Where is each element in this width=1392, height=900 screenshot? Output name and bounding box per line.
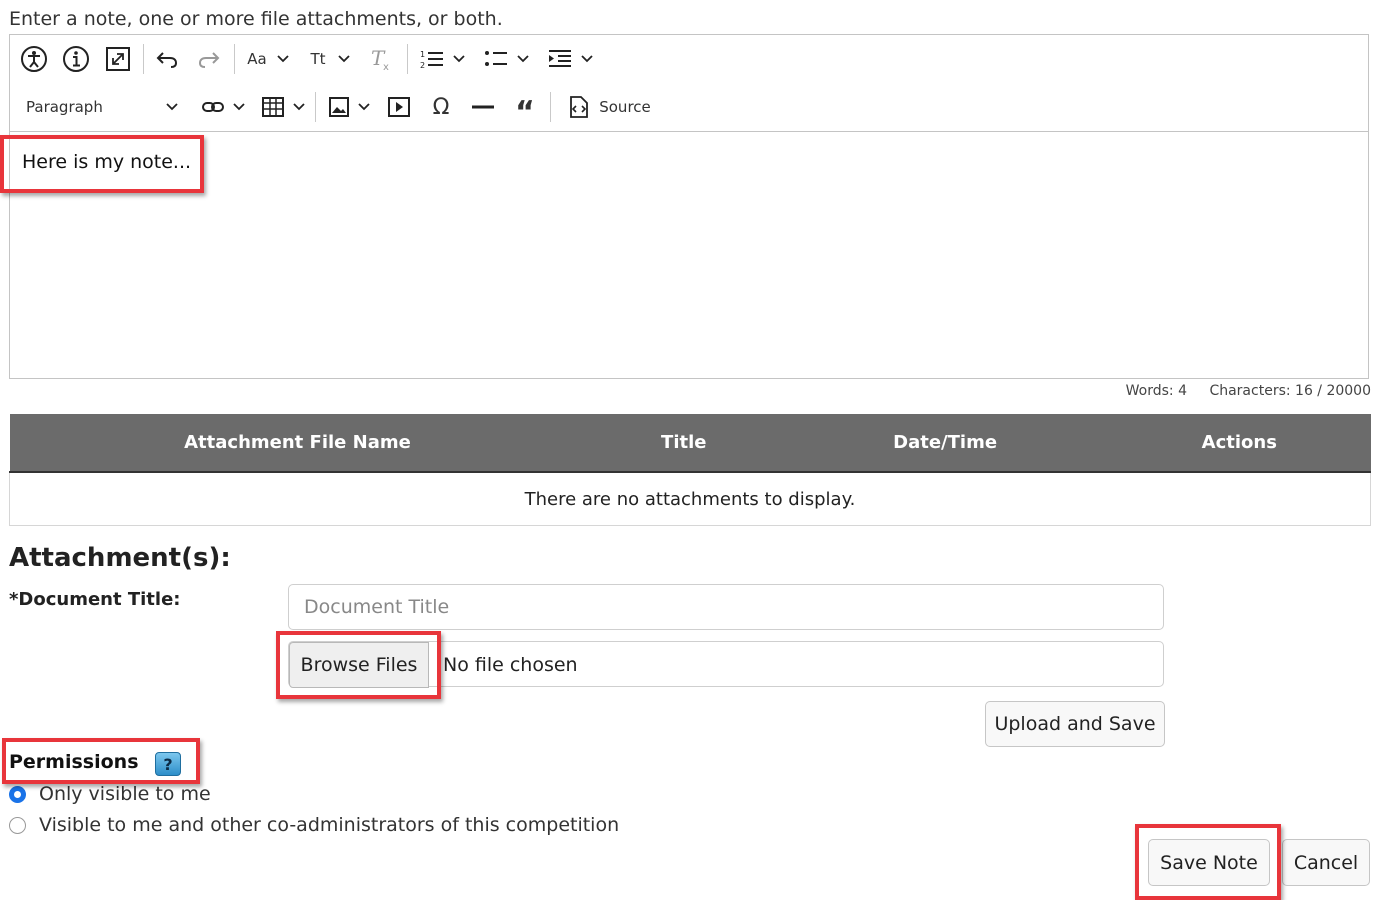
attachments-table: Attachment File Name Title Date/Time Act… bbox=[9, 414, 1371, 526]
chevron-down-icon bbox=[517, 55, 529, 63]
words-count: Words: 4 bbox=[1125, 383, 1187, 399]
document-title-label: *Document Title: bbox=[9, 589, 181, 610]
chevron-down-icon bbox=[358, 103, 370, 111]
chevron-down-icon bbox=[277, 55, 289, 63]
characters-count: Characters: 16 / 20000 bbox=[1209, 383, 1371, 399]
editor-instructions: Enter a note, one or more file attachmen… bbox=[9, 8, 503, 30]
numbered-list-icon: 12 bbox=[420, 50, 443, 70]
chevron-down-icon bbox=[293, 103, 305, 111]
fullscreen-icon[interactable] bbox=[102, 43, 134, 75]
special-characters-icon[interactable]: Ω bbox=[426, 91, 456, 123]
permission-option-private[interactable]: Only visible to me bbox=[9, 783, 211, 805]
media-embed-icon[interactable] bbox=[384, 91, 414, 123]
upload-and-save-button[interactable]: Upload and Save bbox=[985, 701, 1165, 747]
info-icon[interactable] bbox=[60, 43, 92, 75]
attachments-heading: Attachment(s): bbox=[9, 543, 231, 573]
chevron-down-icon bbox=[581, 55, 593, 63]
browse-files-button[interactable]: Browse Files bbox=[289, 642, 429, 688]
column-header-date-time: Date/Time bbox=[782, 414, 1109, 473]
font-family-dropdown[interactable]: Aa bbox=[242, 43, 294, 75]
chevron-down-icon bbox=[233, 103, 245, 111]
help-icon[interactable]: ? bbox=[155, 752, 181, 776]
heading-select-value: Paragraph bbox=[26, 98, 103, 116]
indent-icon bbox=[549, 50, 571, 67]
undo-icon[interactable] bbox=[151, 43, 183, 75]
save-note-button[interactable]: Save Note bbox=[1148, 839, 1270, 886]
svg-text:x: x bbox=[383, 62, 389, 72]
column-header-actions: Actions bbox=[1108, 414, 1371, 473]
word-count: Words: 4 Characters: 16 / 20000 bbox=[1108, 383, 1371, 399]
horizontal-line-icon[interactable] bbox=[468, 91, 498, 123]
redo-icon[interactable] bbox=[193, 43, 225, 75]
radio-selected-icon[interactable] bbox=[9, 785, 26, 803]
cancel-button[interactable]: Cancel bbox=[1282, 839, 1370, 886]
image-icon bbox=[329, 97, 349, 117]
block-quote-icon[interactable]: “ bbox=[510, 91, 540, 128]
indent-dropdown[interactable] bbox=[542, 43, 598, 75]
document-title-input[interactable] bbox=[288, 584, 1164, 630]
chevron-down-icon bbox=[166, 103, 178, 111]
editor-content-area[interactable]: Here is my note... bbox=[10, 132, 1368, 378]
rich-text-editor: Aa Tt Tx 12 Paragraph Ω “ Source Here is… bbox=[9, 34, 1369, 379]
chevron-down-icon bbox=[453, 55, 465, 63]
permission-option-shared[interactable]: Visible to me and other co-administrator… bbox=[9, 814, 619, 836]
permissions-label: Permissions bbox=[9, 751, 139, 773]
accessibility-icon[interactable] bbox=[18, 43, 50, 75]
table-dropdown[interactable] bbox=[258, 91, 308, 123]
chevron-down-icon bbox=[337, 55, 350, 63]
file-status-text: No file chosen bbox=[443, 654, 578, 676]
bulleted-list-dropdown[interactable] bbox=[478, 43, 534, 75]
font-family-icon: Aa bbox=[247, 50, 267, 68]
file-input[interactable]: Browse Files No file chosen bbox=[288, 641, 1164, 688]
source-icon bbox=[570, 96, 589, 118]
source-label: Source bbox=[599, 98, 651, 116]
font-size-dropdown[interactable]: Tt bbox=[306, 43, 354, 75]
svg-text:2: 2 bbox=[420, 61, 425, 70]
editor-text: Here is my note... bbox=[22, 151, 192, 173]
remove-format-icon[interactable]: Tx bbox=[366, 43, 396, 75]
permission-option-label: Only visible to me bbox=[39, 783, 211, 805]
link-dropdown[interactable] bbox=[198, 91, 248, 123]
column-header-file-name: Attachment File Name bbox=[9, 414, 586, 473]
font-size-icon: Tt bbox=[310, 50, 326, 68]
image-dropdown[interactable] bbox=[324, 91, 374, 123]
empty-table-message: There are no attachments to display. bbox=[9, 472, 1371, 526]
table-icon bbox=[262, 97, 284, 117]
svg-text:1: 1 bbox=[420, 50, 425, 59]
heading-select[interactable]: Paragraph bbox=[18, 91, 178, 123]
bulleted-list-icon bbox=[485, 51, 507, 66]
radio-unselected-icon[interactable] bbox=[9, 816, 26, 834]
source-button[interactable]: Source bbox=[564, 91, 654, 123]
permission-option-label: Visible to me and other co-administrator… bbox=[39, 814, 620, 836]
editor-toolbar: Aa Tt Tx 12 Paragraph Ω “ Source bbox=[10, 35, 1368, 132]
numbered-list-dropdown[interactable]: 12 bbox=[414, 43, 470, 75]
link-icon bbox=[202, 102, 224, 112]
column-header-title: Title bbox=[585, 414, 783, 473]
